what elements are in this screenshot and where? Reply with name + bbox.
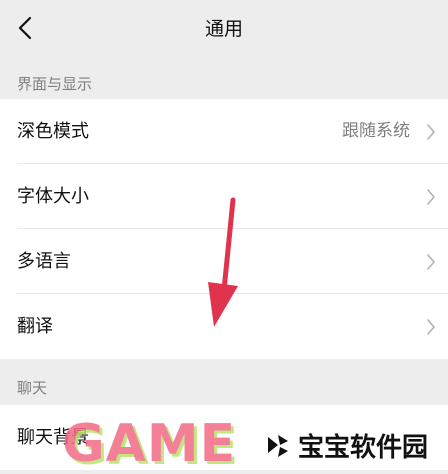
translate-label: 翻译: [17, 316, 53, 337]
dark-mode-row[interactable]: 深色模式 跟随系统: [0, 99, 448, 164]
font-size-row[interactable]: 字体大小: [0, 164, 448, 229]
language-label: 多语言: [17, 251, 71, 272]
font-size-label: 字体大小: [17, 186, 89, 207]
translate-row[interactable]: 翻译: [0, 294, 448, 359]
navigation-bar: 通用: [0, 0, 448, 56]
site-logo-icon: [268, 435, 288, 457]
display-settings-card: 深色模式 跟随系统 字体大小 多语言 翻译: [0, 99, 448, 359]
dark-mode-label: 深色模式: [17, 121, 89, 142]
page-title: 通用: [204, 18, 243, 40]
watermark-game-logo: GAME: [62, 414, 237, 474]
watermark-site-logo: 宝宝软件园: [258, 422, 439, 468]
section-header-display: 界面与显示: [17, 75, 93, 93]
chevron-right-icon: [427, 319, 435, 335]
dark-mode-value: 跟随系统: [342, 121, 410, 141]
site-name-text: 宝宝软件园: [298, 432, 429, 463]
chevron-right-icon: [427, 189, 435, 205]
chevron-right-icon: [427, 124, 435, 140]
chevron-right-icon: [427, 254, 435, 270]
section-header-chat: 聊天: [17, 379, 48, 397]
language-row[interactable]: 多语言: [0, 229, 448, 294]
